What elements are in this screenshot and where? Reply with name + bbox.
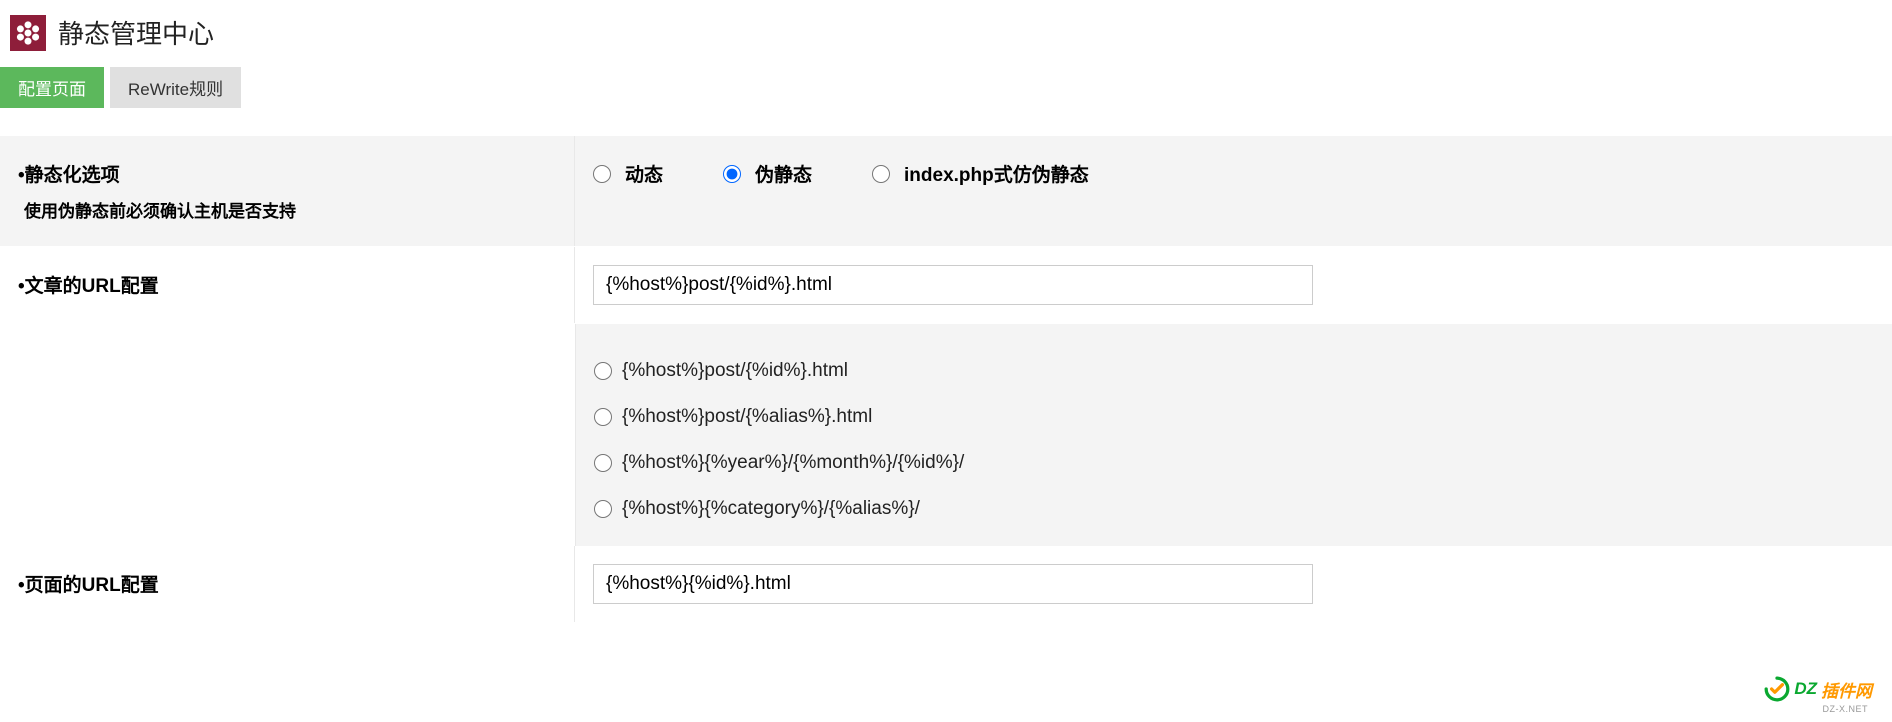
static-option-label: •静态化选项 — [18, 160, 556, 187]
page-url-input-cell — [575, 546, 1892, 622]
radio-pseudo-input[interactable] — [723, 165, 741, 183]
url-option-2-label: {%host%}{%year%}/{%month%}/{%id%}/ — [622, 452, 964, 474]
url-option-1-radio[interactable] — [594, 408, 612, 426]
article-url-input[interactable] — [593, 265, 1313, 305]
article-url-label: •文章的URL配置 — [18, 271, 556, 298]
tab-config[interactable]: 配置页面 — [0, 67, 104, 108]
radio-dynamic-label: 动态 — [625, 160, 663, 187]
watermark: DZ 插件网 — [1764, 676, 1872, 702]
url-option-0[interactable]: {%host%}post/{%id%}.html — [594, 348, 1874, 394]
flower-icon — [10, 15, 46, 51]
radio-pseudo[interactable]: 伪静态 — [723, 160, 812, 187]
url-option-2-radio[interactable] — [594, 454, 612, 472]
page-title: 静态管理中心 — [58, 14, 214, 51]
article-url-options: {%host%}post/{%id%}.html {%host%}post/{%… — [575, 324, 1892, 546]
page-url-label-cell: •页面的URL配置 — [0, 546, 575, 622]
url-option-0-radio[interactable] — [594, 362, 612, 380]
static-option-sublabel: 使用伪静态前必须确认主机是否支持 — [18, 197, 556, 222]
url-option-2[interactable]: {%host%}{%year%}/{%month%}/{%id%}/ — [594, 440, 1874, 486]
url-option-0-label: {%host%}post/{%id%}.html — [622, 360, 848, 382]
tab-rewrite[interactable]: ReWrite规则 — [110, 67, 241, 108]
watermark-dz: DZ — [1794, 679, 1817, 699]
static-option-input-cell: 动态 伪静态 index.php式仿伪静态 — [575, 136, 1892, 246]
url-option-3-label: {%host%}{%category%}/{%alias%}/ — [622, 498, 920, 520]
radio-dynamic[interactable]: 动态 — [593, 160, 663, 187]
header: 静态管理中心 — [0, 0, 1892, 61]
article-url-input-cell — [575, 247, 1892, 323]
url-option-3[interactable]: {%host%}{%category%}/{%alias%}/ — [594, 486, 1874, 532]
static-option-label-cell: •静态化选项 使用伪静态前必须确认主机是否支持 — [0, 136, 575, 246]
watermark-text: 插件网 — [1821, 677, 1872, 702]
radio-indexphp[interactable]: index.php式仿伪静态 — [872, 160, 1089, 187]
page-url-input[interactable] — [593, 564, 1313, 604]
url-option-1[interactable]: {%host%}post/{%alias%}.html — [594, 394, 1874, 440]
page-url-label: •页面的URL配置 — [18, 570, 556, 597]
radio-indexphp-label: index.php式仿伪静态 — [904, 160, 1089, 187]
radio-pseudo-label: 伪静态 — [755, 160, 812, 187]
row-page-url: •页面的URL配置 — [0, 546, 1892, 623]
row-article-url: •文章的URL配置 — [0, 247, 1892, 324]
tabs: 配置页面 ReWrite规则 — [0, 61, 1892, 108]
radio-dynamic-input[interactable] — [593, 165, 611, 183]
url-option-3-radio[interactable] — [594, 500, 612, 518]
article-url-label-cell: •文章的URL配置 — [0, 247, 575, 323]
radio-indexphp-input[interactable] — [872, 165, 890, 183]
row-static-option: •静态化选项 使用伪静态前必须确认主机是否支持 动态 伪静态 index.php… — [0, 136, 1892, 247]
static-mode-radio-group: 动态 伪静态 index.php式仿伪静态 — [593, 154, 1089, 193]
watermark-sub: DZ-X.NET — [1823, 704, 1869, 714]
watermark-icon — [1764, 676, 1790, 702]
url-option-1-label: {%host%}post/{%alias%}.html — [622, 406, 872, 428]
content: •静态化选项 使用伪静态前必须确认主机是否支持 动态 伪静态 index.php… — [0, 136, 1892, 623]
